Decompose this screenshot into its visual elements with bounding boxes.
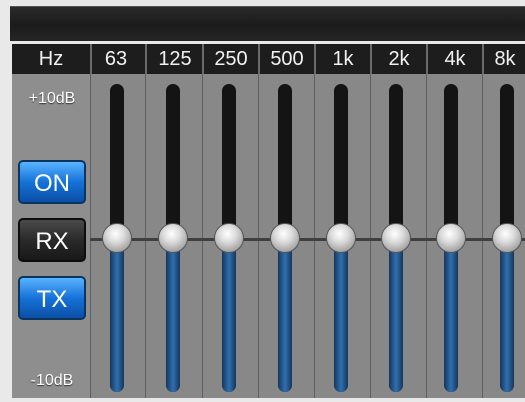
slider-knob-1k[interactable] [326,223,356,253]
column-divider [426,74,427,398]
frequency-header: Hz 63 125 250 500 1k 2k 4k 8k [12,44,525,74]
column-divider [370,74,371,398]
band-label-500: 500 [270,48,304,70]
slider-knob-8k[interactable] [492,223,522,253]
slider-fill-250 [222,238,236,392]
equalizer-panel: Hz 63 125 250 500 1k 2k 4k 8k +10dB -10d… [0,0,525,402]
band-label-125: 125 [158,48,192,70]
column-divider [482,74,483,398]
slider-fill-8k [500,238,514,392]
slider-knob-125[interactable] [158,223,188,253]
slider-fill-125 [166,238,180,392]
column-divider [202,74,203,398]
column-divider [258,74,259,398]
band-label-4k: 4k [444,48,466,70]
column-divider [90,74,91,398]
slider-fill-1k [334,238,348,392]
slider-knob-2k[interactable] [381,223,411,253]
band-label-63: 63 [104,48,128,70]
slider-knob-63[interactable] [102,223,132,253]
band-label-1k: 1k [332,48,354,70]
slider-knob-250[interactable] [214,223,244,253]
title-bar [10,6,525,41]
hz-label: Hz [38,48,64,70]
band-label-2k: 2k [388,48,410,70]
band-label-8k: 8k [494,48,516,70]
tx-button[interactable]: TX [18,276,86,320]
slider-knob-4k[interactable] [436,223,466,253]
band-label-250: 250 [214,48,248,70]
slider-fill-2k [389,238,403,392]
column-divider [145,74,146,398]
rx-button[interactable]: RX [18,218,86,262]
max-db-label: +10dB [28,90,76,107]
column-divider [314,74,315,398]
min-db-label: -10dB [30,372,74,389]
slider-fill-63 [110,238,124,392]
slider-fill-4k [444,238,458,392]
slider-knob-500[interactable] [270,223,300,253]
on-button[interactable]: ON [18,160,86,204]
slider-fill-500 [278,238,292,392]
